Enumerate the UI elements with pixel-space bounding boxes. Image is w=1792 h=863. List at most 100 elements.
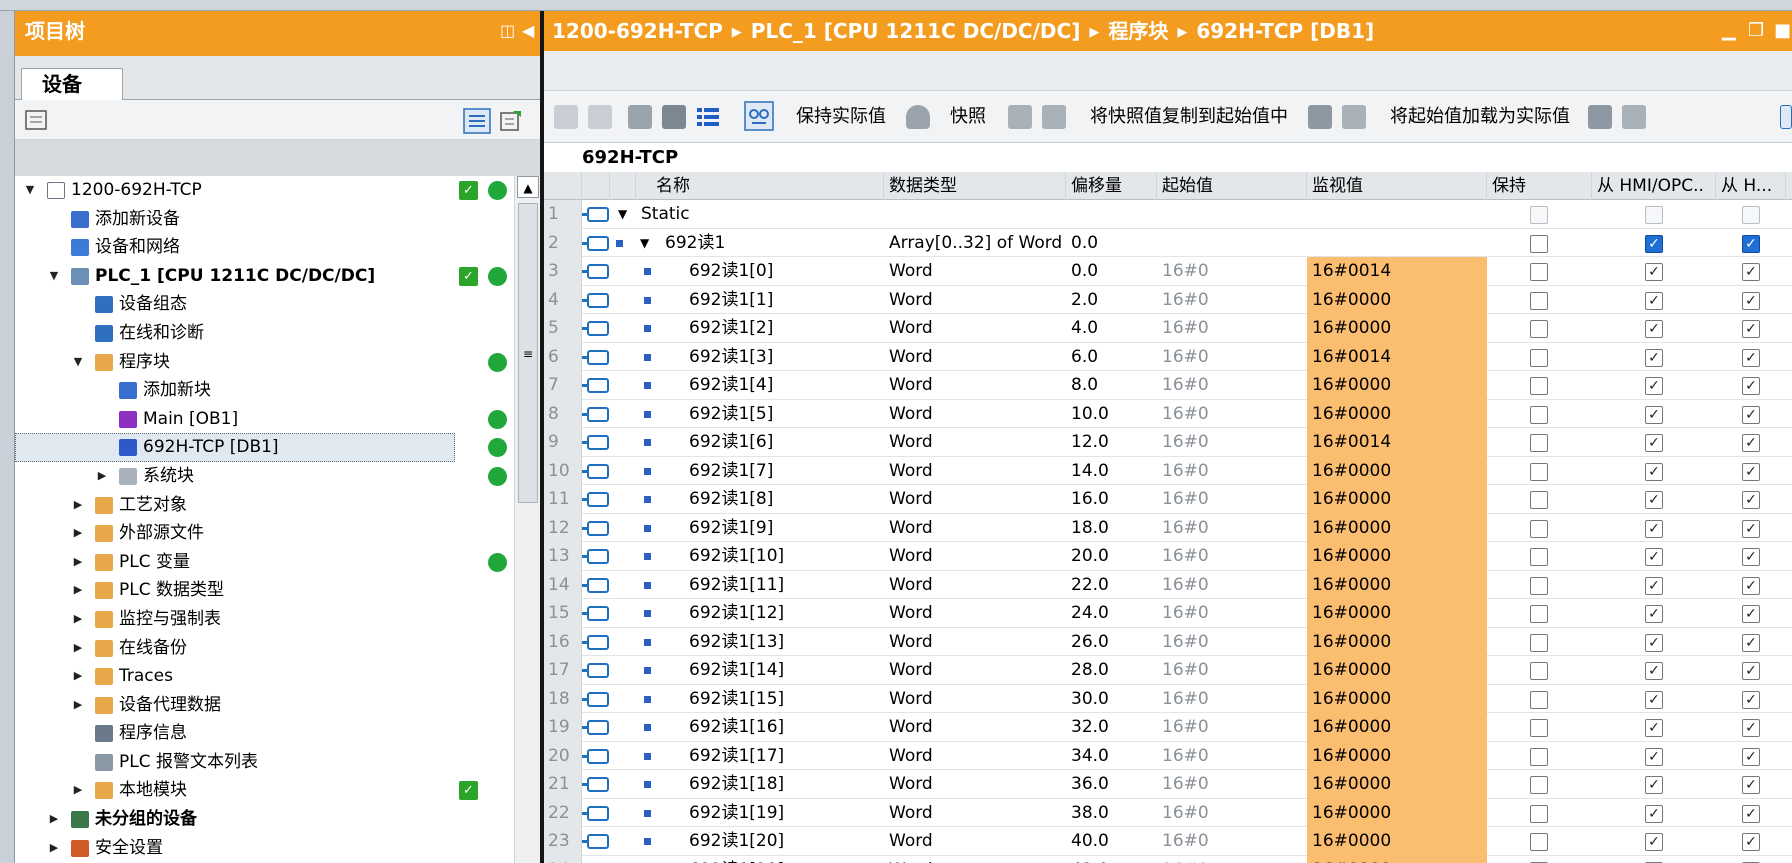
tree-item[interactable]: 692H-TCP [DB1]: [15, 433, 507, 462]
collapsed-arrow-icon[interactable]: ▶: [47, 834, 61, 863]
cell-start-value[interactable]: 16#0: [1157, 827, 1307, 856]
table-row[interactable]: 11 692读1[8] Word 16.0 16#0 16#0000 ✓ ✓: [544, 485, 1792, 514]
tree-item[interactable]: ▶ 系统块: [15, 462, 540, 491]
cell-data-type[interactable]: Word: [884, 457, 1066, 486]
cell-data-type[interactable]: Word: [884, 371, 1066, 400]
table-row[interactable]: 16 692读1[13] Word 26.0 16#0 16#0000 ✓ ✓: [544, 627, 1792, 656]
retain-checkbox[interactable]: [1530, 548, 1548, 566]
copy-from-start-icon[interactable]: [1042, 105, 1066, 129]
cell-start-value[interactable]: 16#0: [1157, 742, 1307, 771]
table-row[interactable]: 4 692读1[1] Word 2.0 16#0 16#0000 ✓ ✓: [544, 285, 1792, 314]
cell-start-value[interactable]: 16#0: [1157, 485, 1307, 514]
retain-checkbox[interactable]: [1530, 662, 1548, 680]
hmi-h-checkbox[interactable]: ✓: [1742, 405, 1760, 424]
expanded-arrow-icon[interactable]: ▼: [71, 348, 85, 377]
cell-start-value[interactable]: 16#0: [1157, 400, 1307, 429]
cell-data-type[interactable]: Word: [884, 656, 1066, 685]
tree-item[interactable]: 设备和网络: [15, 233, 540, 262]
table-row[interactable]: 5 692读1[2] Word 4.0 16#0 16#0000 ✓ ✓: [544, 314, 1792, 343]
cell-name[interactable]: 692读1[10]: [684, 542, 884, 571]
hmi-opc-checkbox[interactable]: ✓: [1645, 719, 1663, 737]
retain-checkbox[interactable]: [1530, 804, 1548, 823]
tree-item[interactable]: 添加新块: [15, 376, 540, 405]
tree-item[interactable]: ▶ 本地模块 ✓: [15, 776, 540, 805]
cell-data-type[interactable]: Word: [884, 742, 1066, 771]
retain-checkbox[interactable]: [1530, 405, 1548, 424]
cell-data-type[interactable]: Word: [884, 542, 1066, 571]
table-row[interactable]: 12 692读1[9] Word 18.0 16#0 16#0000 ✓ ✓: [544, 513, 1792, 543]
hmi-h-checkbox[interactable]: ✓: [1742, 548, 1760, 566]
tree-item[interactable]: ▶ 监控与强制表: [15, 605, 540, 634]
cell-name[interactable]: 692读1[14]: [684, 656, 884, 685]
tree-item[interactable]: ▼ PLC_1 [CPU 1211C DC/DC/DC] ✓: [15, 262, 540, 291]
breadcrumb-plc[interactable]: PLC_1 [CPU 1211C DC/DC/DC]: [751, 19, 1081, 43]
cell-name[interactable]: 692读1[8]: [684, 485, 884, 514]
hmi-h-checkbox[interactable]: ✓: [1742, 348, 1760, 367]
table-row[interactable]: 9 692读1[6] Word 12.0 16#0 16#0014 ✓ ✓: [544, 428, 1792, 457]
cell-data-type[interactable]: Array[0..32] of Word: [884, 229, 1066, 258]
snapshot-icon[interactable]: [906, 105, 930, 129]
tree-item[interactable]: ▶ Traces: [15, 662, 540, 691]
keep-actual-values-button[interactable]: 保持实际值: [796, 91, 886, 143]
header-more[interactable]: ...: [1786, 172, 1792, 200]
load-values-icon[interactable]: [1308, 105, 1332, 129]
cell-start-value[interactable]: 16#0: [1157, 799, 1307, 828]
upload-icon[interactable]: [1622, 105, 1646, 129]
list-view-icon[interactable]: [696, 105, 720, 129]
breadcrumb-db[interactable]: 692H-TCP [DB1]: [1196, 19, 1374, 43]
expanded-arrow-icon[interactable]: ▼: [47, 262, 61, 291]
cell-data-type[interactable]: Word: [884, 485, 1066, 514]
monitor-all-icon[interactable]: [744, 101, 774, 131]
minimize-icon[interactable]: ▁: [1722, 11, 1736, 51]
cell-start-value[interactable]: 16#0: [1157, 514, 1307, 543]
hmi-opc-checkbox[interactable]: ✓: [1645, 804, 1663, 823]
cell-name[interactable]: 692读1[20]: [684, 827, 884, 856]
tab-devices[interactable]: 设备: [21, 68, 123, 101]
tree-item[interactable]: PLC 报警文本列表: [15, 748, 540, 777]
restore-icon[interactable]: ❐: [1748, 11, 1764, 51]
cell-start-value[interactable]: 16#0: [1157, 257, 1307, 286]
collapsed-arrow-icon[interactable]: ▶: [95, 462, 109, 491]
header-start-value[interactable]: 起始值: [1157, 172, 1307, 200]
maximize-icon[interactable]: ■: [1774, 11, 1791, 51]
hmi-h-checkbox[interactable]: ✓: [1742, 804, 1760, 823]
cell-name[interactable]: 692读1[9]: [684, 514, 884, 543]
tree-item[interactable]: ▶ 工艺对象: [15, 491, 540, 520]
cell-start-value[interactable]: 16#0: [1157, 713, 1307, 742]
expanded-arrow-icon[interactable]: ▼: [23, 176, 37, 205]
hmi-opc-checkbox[interactable]: ✓: [1645, 491, 1663, 509]
tree-item[interactable]: 设备组态: [15, 290, 540, 319]
cell-name[interactable]: 692读1[7]: [684, 457, 884, 486]
cell-data-type[interactable]: Word: [884, 713, 1066, 742]
retain-checkbox[interactable]: [1530, 776, 1548, 794]
hmi-opc-checkbox[interactable]: ✓: [1645, 633, 1663, 652]
hmi-opc-checkbox[interactable]: ✓: [1645, 833, 1663, 851]
cell-data-type[interactable]: Word: [884, 571, 1066, 600]
hmi-opc-checkbox[interactable]: ✓: [1645, 576, 1663, 595]
cell-start-value[interactable]: [1157, 229, 1307, 258]
hmi-h-checkbox[interactable]: ✓: [1742, 519, 1760, 538]
breadcrumb-program-blocks[interactable]: 程序块: [1108, 19, 1168, 43]
hmi-opc-checkbox[interactable]: ✓: [1645, 462, 1663, 481]
cell-name[interactable]: 692读1[12]: [684, 599, 884, 628]
download-icon[interactable]: [1588, 105, 1612, 129]
cell-data-type[interactable]: Word: [884, 343, 1066, 372]
table-row[interactable]: 19 692读1[16] Word 32.0 16#0 16#0000 ✓ ✓: [544, 713, 1792, 742]
hmi-opc-checkbox[interactable]: ✓: [1645, 434, 1663, 452]
collapsed-arrow-icon[interactable]: ▶: [47, 805, 61, 834]
device-view-icon[interactable]: [25, 110, 47, 130]
hmi-opc-checkbox[interactable]: [1645, 206, 1663, 224]
cell-name[interactable]: 692读1[15]: [684, 685, 884, 714]
collapsed-arrow-icon[interactable]: ▶: [71, 662, 85, 691]
cell-data-type[interactable]: [884, 200, 1066, 229]
expanded-arrow-icon[interactable]: ▼: [610, 200, 636, 229]
retain-checkbox[interactable]: [1530, 747, 1548, 766]
cell-data-type[interactable]: Word: [884, 514, 1066, 543]
hmi-h-checkbox[interactable]: ✓: [1742, 605, 1760, 623]
table-row[interactable]: 10 692读1[7] Word 14.0 16#0 16#0000 ✓ ✓: [544, 456, 1792, 486]
cell-name[interactable]: 692读1[3]: [684, 343, 884, 372]
retain-checkbox[interactable]: [1530, 519, 1548, 538]
load-values-alt-icon[interactable]: [1342, 105, 1366, 129]
cell-name[interactable]: 692读1[11]: [684, 571, 884, 600]
insert-row-icon[interactable]: [554, 105, 578, 129]
